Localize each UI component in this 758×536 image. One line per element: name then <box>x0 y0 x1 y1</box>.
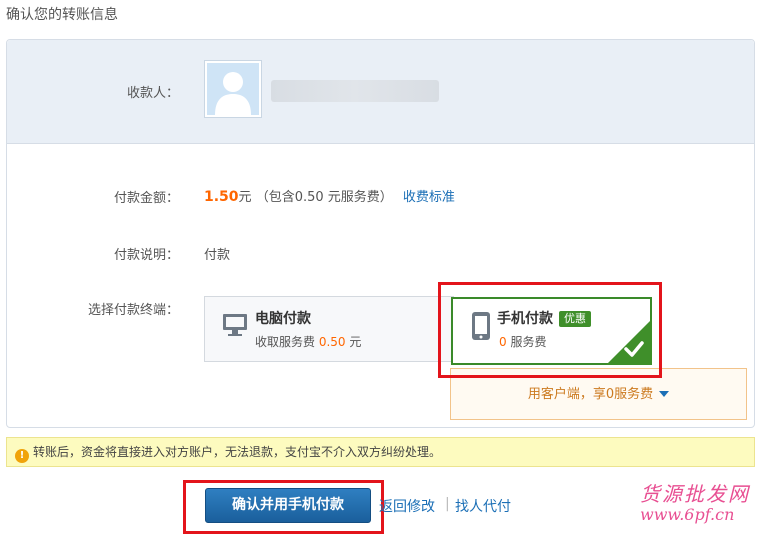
mobile-option-highlight <box>438 282 662 378</box>
back-edit-link[interactable]: 返回修改 <box>379 496 435 516</box>
watermark-url: www.6pf.cn <box>640 505 735 524</box>
page-title: 确认您的转账信息 <box>6 7 118 23</box>
warning-bar: ! 转账后，资金将直接进入对方账户，无法退款，支付宝不介入双方纠纷处理。 <box>6 437 755 467</box>
watermark-text: 货源批发网 <box>640 482 750 506</box>
payee-name-redacted <box>271 80 439 102</box>
pc-option-fee: 收取服务费 0.50 元 <box>255 333 361 350</box>
payee-avatar <box>204 60 262 118</box>
description-label: 付款说明： <box>113 248 179 263</box>
amount-fee-note: （包含0.50 元服务费） <box>255 190 393 205</box>
warning-text: 转账后，资金将直接进入对方账户，无法退款，支付宝不介入双方纠纷处理。 <box>33 445 442 459</box>
pc-fee-label: 收取服务费 <box>255 335 316 349</box>
caret-down-icon <box>659 391 670 397</box>
monitor-icon <box>221 311 249 343</box>
pc-payment-option[interactable]: 电脑付款 收取服务费 0.50 元 <box>204 296 454 362</box>
amount-info: 1.50元 （包含0.50 元服务费） 收费标准 <box>204 186 455 205</box>
confirm-mobile-pay-button[interactable]: 确认并用手机付款 <box>205 488 371 523</box>
amount-unit: 元 <box>238 190 252 205</box>
pc-fee-unit: 元 <box>349 335 362 349</box>
amount-label: 付款金额： <box>113 191 179 206</box>
payee-label: 收款人： <box>126 86 179 101</box>
amount-value: 1.50 <box>204 189 239 205</box>
find-payer-link[interactable]: 找人代付 <box>455 496 511 516</box>
user-silhouette-icon <box>207 63 259 115</box>
warning-icon: ! <box>15 449 29 463</box>
description-value: 付款 <box>204 248 231 263</box>
terminal-label: 选择付款终端： <box>87 303 179 318</box>
pc-fee-value: 0.50 <box>318 335 346 349</box>
pc-option-title: 电脑付款 <box>255 311 311 327</box>
client-tip-text: 用客户端，享0服务费 <box>527 387 654 402</box>
link-divider: | <box>445 496 450 512</box>
fee-standard-link[interactable]: 收费标准 <box>403 190 455 205</box>
